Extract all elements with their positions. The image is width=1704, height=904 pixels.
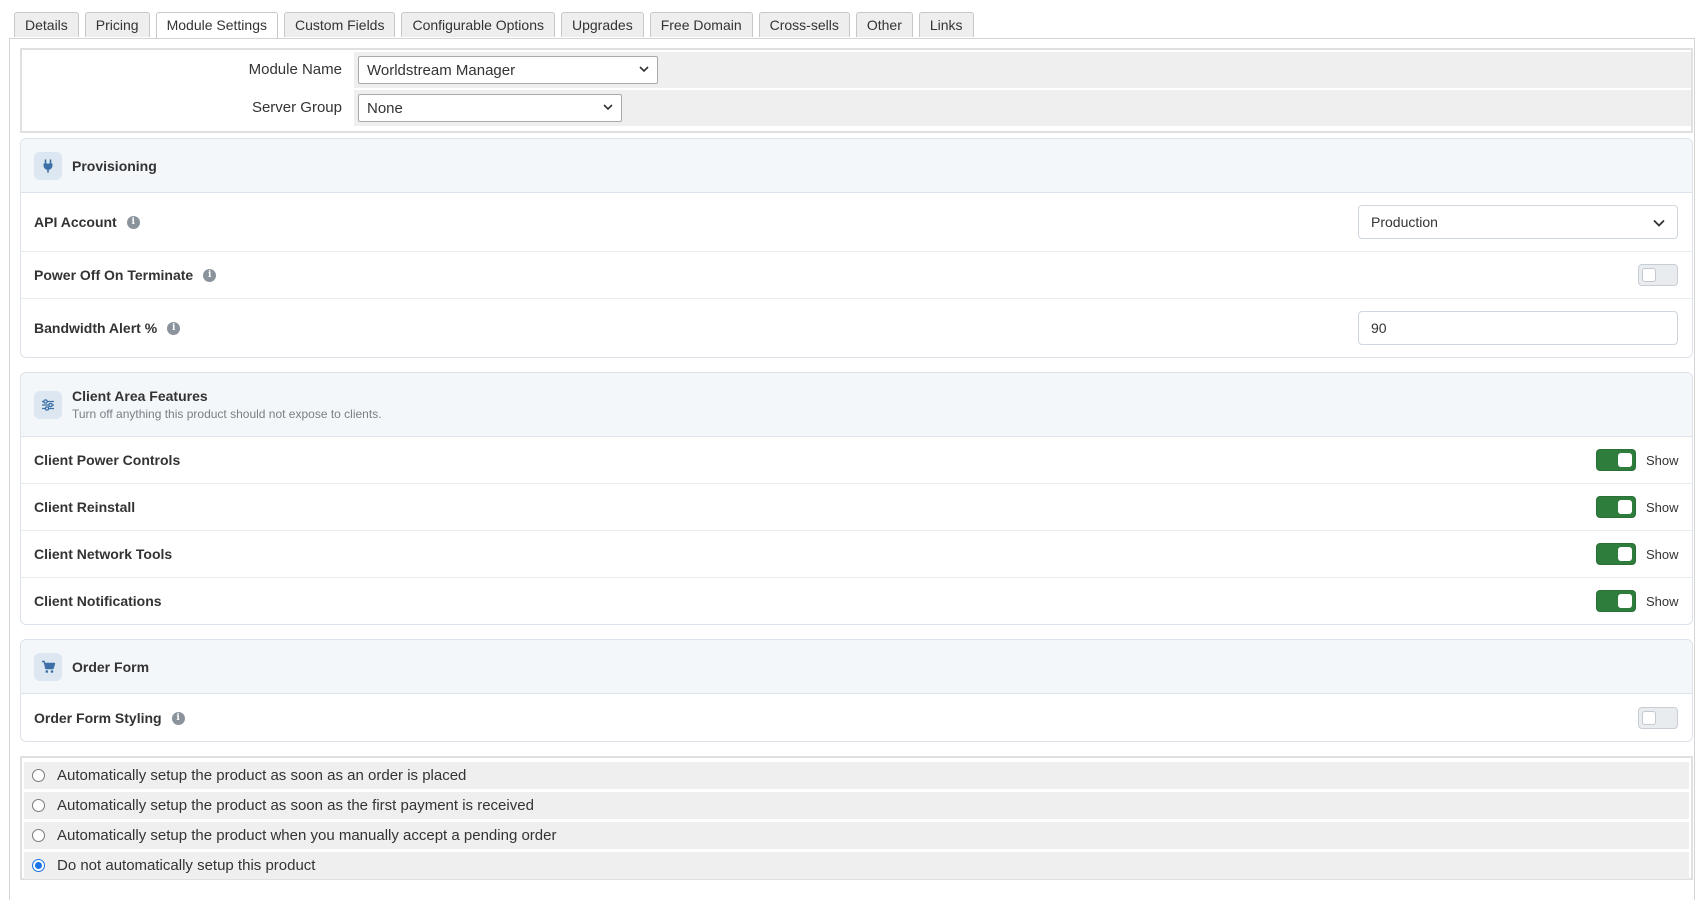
tab-bar: Details Pricing Module Settings Custom F… bbox=[14, 12, 974, 39]
module-name-select[interactable]: Worldstream Manager bbox=[358, 56, 658, 84]
toggle-state-text: Show bbox=[1646, 593, 1679, 609]
tab-free-domain[interactable]: Free Domain bbox=[649, 12, 753, 37]
order-form-styling-toggle[interactable] bbox=[1638, 707, 1678, 729]
sliders-icon bbox=[34, 390, 62, 419]
info-icon[interactable]: i bbox=[203, 268, 217, 282]
power-off-toggle[interactable] bbox=[1638, 264, 1678, 286]
setup-option-label: Do not automatically setup this product bbox=[57, 857, 316, 874]
tab-details[interactable]: Details bbox=[14, 12, 79, 37]
order-form-styling-row: Order Form Styling i bbox=[21, 694, 1692, 741]
client-reinstall-label: Client Reinstall bbox=[34, 499, 136, 515]
radio-button[interactable] bbox=[32, 859, 45, 872]
bandwidth-alert-input[interactable] bbox=[1358, 311, 1678, 345]
server-group-label: Server Group bbox=[22, 90, 354, 126]
client-notifications-row: Client Notifications Show bbox=[21, 578, 1692, 624]
provisioning-card: Provisioning API Account i Production Po… bbox=[20, 138, 1693, 358]
server-group-select[interactable]: None bbox=[358, 94, 622, 122]
provisioning-title: Provisioning bbox=[72, 157, 157, 174]
info-icon[interactable]: i bbox=[167, 321, 181, 335]
client-reinstall-row: Client Reinstall Show bbox=[21, 484, 1692, 531]
provisioning-header: Provisioning bbox=[21, 139, 1692, 193]
client-area-card: Client Area Features Turn off anything t… bbox=[20, 372, 1693, 625]
tab-module-settings[interactable]: Module Settings bbox=[155, 12, 278, 39]
info-icon[interactable]: i bbox=[126, 215, 140, 229]
api-account-value: Production bbox=[1371, 214, 1438, 230]
cart-icon bbox=[34, 652, 62, 681]
setup-option-label: Automatically setup the product as soon … bbox=[57, 767, 467, 784]
setup-option-on-payment[interactable]: Automatically setup the product as soon … bbox=[24, 792, 1689, 819]
chevron-down-icon bbox=[1653, 214, 1665, 230]
order-form-styling-label: Order Form Styling bbox=[34, 710, 162, 726]
client-power-controls-toggle[interactable] bbox=[1596, 449, 1636, 471]
client-notifications-label: Client Notifications bbox=[34, 593, 162, 609]
tab-pricing[interactable]: Pricing bbox=[84, 12, 150, 37]
setup-option-none[interactable]: Do not automatically setup this product bbox=[24, 852, 1689, 879]
order-form-card: Order Form Order Form Styling i bbox=[20, 639, 1693, 742]
tab-links[interactable]: Links bbox=[918, 12, 974, 37]
setup-option-label: Automatically setup the product when you… bbox=[57, 827, 557, 844]
api-account-select[interactable]: Production bbox=[1358, 205, 1678, 239]
client-network-tools-toggle[interactable] bbox=[1596, 543, 1636, 565]
module-name-row: Module Name Worldstream Manager bbox=[22, 52, 1691, 88]
tab-cross-sells[interactable]: Cross-sells bbox=[758, 12, 850, 37]
radio-button[interactable] bbox=[32, 799, 45, 812]
api-account-row: API Account i Production bbox=[21, 193, 1692, 252]
server-group-value: None bbox=[367, 99, 403, 117]
client-area-header: Client Area Features Turn off anything t… bbox=[21, 373, 1692, 437]
plug-icon bbox=[34, 151, 62, 180]
module-settings-table: Module Name Worldstream Manager Server G… bbox=[20, 48, 1693, 133]
power-off-row: Power Off On Terminate i bbox=[21, 252, 1692, 299]
power-off-label: Power Off On Terminate bbox=[34, 267, 194, 283]
toggle-state-text: Show bbox=[1646, 452, 1679, 468]
toggle-state-text: Show bbox=[1646, 499, 1679, 515]
client-area-subtitle: Turn off anything this product should no… bbox=[72, 407, 382, 421]
auto-setup-options: Automatically setup the product as soon … bbox=[20, 756, 1693, 880]
client-area-title: Client Area Features bbox=[72, 388, 208, 404]
tab-configurable-options[interactable]: Configurable Options bbox=[401, 12, 555, 37]
client-power-controls-row: Client Power Controls Show bbox=[21, 437, 1692, 484]
api-account-label: API Account bbox=[34, 214, 117, 230]
tab-upgrades[interactable]: Upgrades bbox=[561, 12, 644, 37]
client-network-tools-row: Client Network Tools Show bbox=[21, 531, 1692, 578]
chevron-down-icon bbox=[639, 64, 649, 76]
setup-option-on-accept[interactable]: Automatically setup the product when you… bbox=[24, 822, 1689, 849]
order-form-title: Order Form bbox=[72, 658, 150, 675]
setup-option-on-order[interactable]: Automatically setup the product as soon … bbox=[24, 762, 1689, 789]
order-form-header: Order Form bbox=[21, 640, 1692, 694]
toggle-state-text: Show bbox=[1646, 546, 1679, 562]
client-reinstall-toggle[interactable] bbox=[1596, 496, 1636, 518]
tab-custom-fields[interactable]: Custom Fields bbox=[284, 12, 396, 37]
bandwidth-alert-row: Bandwidth Alert % i bbox=[21, 299, 1692, 357]
module-name-label: Module Name bbox=[22, 52, 354, 88]
client-power-controls-label: Client Power Controls bbox=[34, 452, 181, 468]
setup-option-label: Automatically setup the product as soon … bbox=[57, 797, 534, 814]
radio-button[interactable] bbox=[32, 829, 45, 842]
client-notifications-toggle[interactable] bbox=[1596, 590, 1636, 612]
info-icon[interactable]: i bbox=[171, 711, 185, 725]
bandwidth-alert-label: Bandwidth Alert % bbox=[34, 320, 158, 336]
module-name-value: Worldstream Manager bbox=[367, 61, 516, 79]
server-group-row: Server Group None bbox=[22, 90, 1691, 126]
chevron-down-icon bbox=[603, 102, 613, 114]
tab-other[interactable]: Other bbox=[855, 12, 913, 37]
radio-button[interactable] bbox=[32, 769, 45, 782]
client-network-tools-label: Client Network Tools bbox=[34, 546, 173, 562]
